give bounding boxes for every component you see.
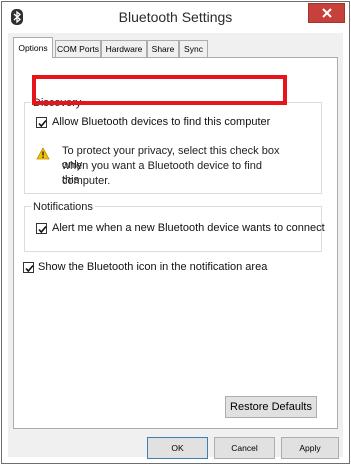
discovery-warning-line-3: computer. bbox=[62, 175, 111, 187]
warning-icon bbox=[36, 147, 50, 160]
apply-button[interactable]: Apply bbox=[281, 437, 339, 459]
notifications-group-label: Notifications bbox=[31, 201, 95, 213]
ok-button[interactable]: OK bbox=[147, 437, 208, 459]
close-button[interactable] bbox=[308, 3, 345, 23]
tab-share[interactable]: Share bbox=[147, 40, 179, 57]
bluetooth-settings-window: Bluetooth Settings Options COM Ports Har… bbox=[1, 1, 350, 464]
cancel-button[interactable]: Cancel bbox=[214, 437, 275, 459]
check-icon bbox=[38, 119, 47, 128]
close-icon bbox=[322, 8, 332, 18]
tab-sync[interactable]: Sync bbox=[179, 40, 208, 57]
highlight-annotation-box bbox=[32, 75, 287, 105]
tab-com-ports[interactable]: COM Ports bbox=[55, 40, 101, 57]
restore-defaults-button[interactable]: Restore Defaults bbox=[225, 396, 317, 418]
options-tab-panel: Discovery Allow Bluetooth devices to fin… bbox=[13, 57, 338, 429]
check-icon bbox=[38, 225, 47, 234]
allow-discovery-label[interactable]: Allow Bluetooth devices to find this com… bbox=[52, 116, 270, 129]
tab-hardware[interactable]: Hardware bbox=[101, 40, 147, 57]
show-bluetooth-icon-label[interactable]: Show the Bluetooth icon in the notificat… bbox=[38, 261, 267, 274]
check-icon bbox=[25, 264, 34, 273]
notifications-group: Notifications Alert me when a new Blueto… bbox=[24, 201, 325, 252]
alert-new-device-label[interactable]: Alert me when a new Bluetooth device wan… bbox=[52, 222, 325, 235]
discovery-group: Discovery Allow Bluetooth devices to fin… bbox=[24, 97, 322, 194]
title-bar: Bluetooth Settings bbox=[2, 2, 349, 32]
window-title: Bluetooth Settings bbox=[118, 9, 233, 25]
allow-discovery-checkbox[interactable] bbox=[36, 117, 47, 128]
show-bluetooth-icon-checkbox[interactable] bbox=[23, 262, 34, 273]
alert-new-device-checkbox[interactable] bbox=[36, 223, 47, 234]
tab-options[interactable]: Options bbox=[13, 37, 53, 58]
